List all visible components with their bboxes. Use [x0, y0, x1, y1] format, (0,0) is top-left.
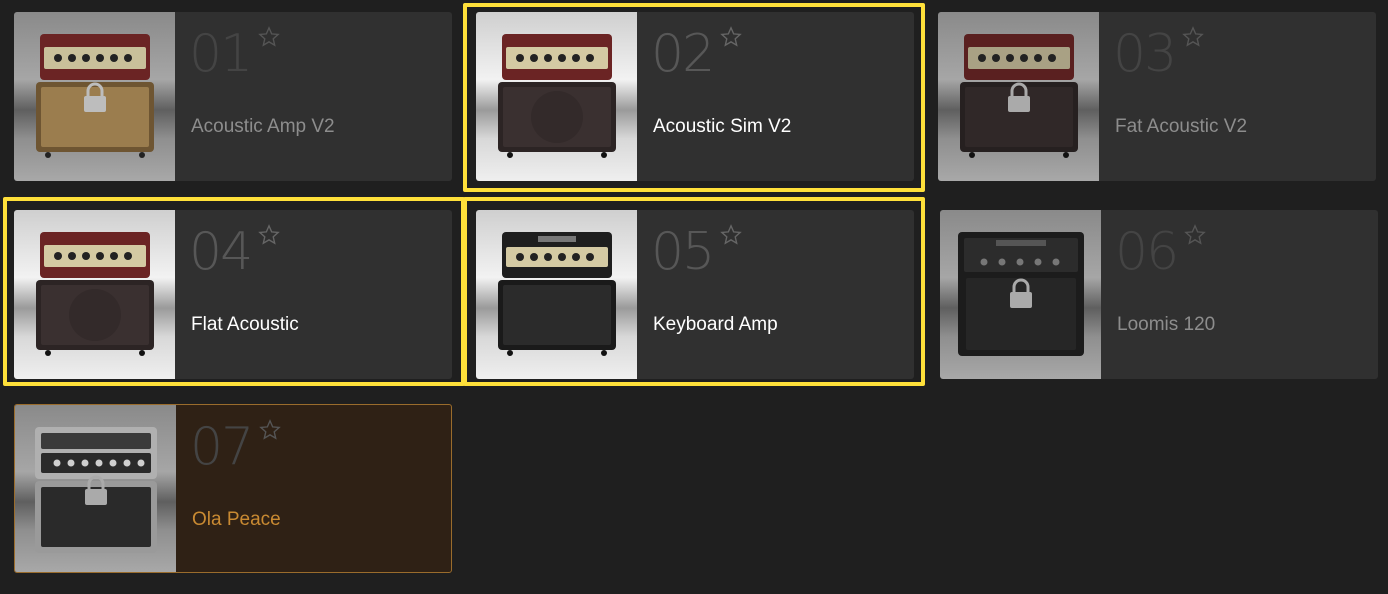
preset-name: Flat Acoustic [191, 314, 299, 335]
star-outline-icon[interactable] [1182, 26, 1204, 48]
amp-thumbnail [476, 210, 637, 379]
star-outline-icon[interactable] [720, 26, 742, 48]
lock-icon [1008, 82, 1030, 112]
preset-card-04[interactable]: 04 Flat Acoustic [14, 210, 452, 379]
amp-thumbnail [476, 12, 637, 181]
star-outline-icon[interactable] [1184, 224, 1206, 246]
lock-icon [84, 82, 106, 112]
preset-card-02[interactable]: 02 Acoustic Sim V2 [476, 12, 914, 181]
star-outline-icon[interactable] [259, 419, 281, 441]
preset-number: 01 [189, 24, 253, 84]
preset-number: 05 [651, 222, 715, 282]
preset-number: 07 [190, 417, 254, 477]
preset-number: 04 [189, 222, 253, 282]
amp-thumbnail [15, 405, 176, 572]
preset-name: Keyboard Amp [653, 314, 778, 335]
preset-name: Fat Acoustic V2 [1115, 116, 1248, 137]
preset-number: 03 [1113, 24, 1177, 84]
lock-icon [85, 475, 107, 505]
amp-thumbnail [940, 210, 1101, 379]
preset-card-05[interactable]: 05 Keyboard Amp [476, 210, 914, 379]
amp-thumbnail [14, 12, 175, 181]
preset-number: 02 [651, 24, 715, 84]
lock-icon [1010, 278, 1032, 308]
preset-card-06[interactable]: 06 Loomis 120 [940, 210, 1378, 379]
preset-name: Acoustic Sim V2 [653, 116, 792, 137]
preset-card-07[interactable]: 07 Ola Peace [14, 404, 452, 573]
preset-card-03[interactable]: 03 Fat Acoustic V2 [938, 12, 1376, 181]
star-outline-icon[interactable] [258, 224, 280, 246]
amp-thumbnail [938, 12, 1099, 181]
amp-thumbnail [14, 210, 175, 379]
preset-name: Ola Peace [192, 509, 281, 530]
star-outline-icon[interactable] [720, 224, 742, 246]
preset-name: Acoustic Amp V2 [191, 116, 335, 137]
preset-name: Loomis 120 [1117, 314, 1216, 335]
star-outline-icon[interactable] [258, 26, 280, 48]
preset-card-01[interactable]: 01 Acoustic Amp V2 [14, 12, 452, 181]
preset-number: 06 [1115, 222, 1179, 282]
preset-grid: 01 Acoustic Amp V2 02 Acoustic Sim V2 03… [0, 0, 1388, 594]
